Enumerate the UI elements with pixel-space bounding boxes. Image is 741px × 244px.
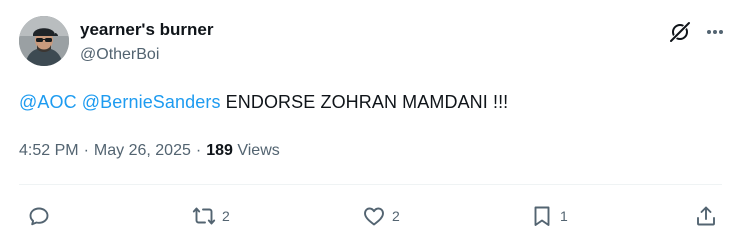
like-button[interactable]: 2: [362, 203, 400, 229]
mention-link-berniesanders[interactable]: @BernieSanders: [82, 92, 221, 112]
grok-icon[interactable]: [669, 21, 691, 43]
tweet-text: @AOC @BernieSanders ENDORSE ZOHRAN MAMDA…: [19, 92, 508, 113]
tweet-card: yearner's burner @OtherBoi @AOC @BernieS…: [0, 0, 741, 244]
timestamp-time[interactable]: 4:52 PM: [19, 142, 79, 159]
repost-icon: [192, 207, 216, 225]
divider: [19, 184, 722, 185]
avatar[interactable]: [19, 16, 69, 66]
share-button[interactable]: [694, 203, 718, 229]
timestamp-date[interactable]: May 26, 2025: [94, 142, 191, 159]
display-name[interactable]: yearner's burner: [80, 20, 214, 40]
bookmark-icon: [534, 206, 550, 226]
reply-icon: [29, 207, 49, 226]
repost-count: 2: [222, 208, 230, 224]
reply-button[interactable]: [27, 203, 57, 229]
tweet-body: ENDORSE ZOHRAN MAMDANI !!!: [225, 92, 509, 112]
meta-separator: ·: [83, 142, 89, 159]
repost-button[interactable]: 2: [192, 203, 230, 229]
like-count: 2: [392, 208, 400, 224]
bookmark-count: 1: [560, 208, 568, 224]
like-icon: [364, 207, 384, 226]
more-icon[interactable]: [704, 24, 726, 40]
share-icon: [697, 206, 715, 226]
views-count: 189: [206, 142, 233, 159]
avatar-image: [19, 16, 69, 66]
bookmark-button[interactable]: 1: [530, 203, 568, 229]
tweet-meta: 4:52 PM · May 26, 2025 · 189 Views: [19, 142, 280, 160]
mention-link-aoc[interactable]: @AOC: [19, 92, 77, 112]
user-handle[interactable]: @OtherBoi: [80, 46, 159, 64]
views-label: Views: [237, 142, 280, 159]
meta-separator: ·: [195, 142, 202, 159]
